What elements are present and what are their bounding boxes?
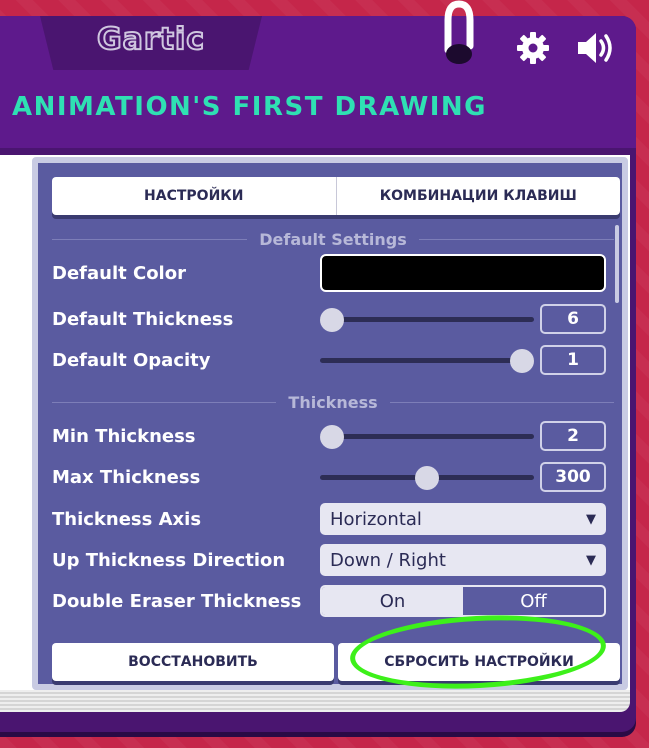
row-up-thickness-direction: Up Thickness Direction Down / Right ▼ [52,543,620,577]
row-default-thickness: Default Thickness 6 [52,302,620,336]
default-opacity-input[interactable]: 1 [540,345,606,375]
default-thickness-label: Default Thickness [52,308,234,330]
row-default-color: Default Color [52,254,620,292]
toggle-off[interactable]: Off [463,587,604,615]
min-thickness-input[interactable]: 2 [540,421,606,451]
section-default-settings: Default Settings [52,229,615,249]
settings-panel: НАСТРОЙКИ КОМБИНАЦИИ КЛАВИШ Default Sett… [32,157,628,690]
default-opacity-label: Default Opacity [52,349,211,371]
slider-thumb[interactable] [320,425,344,449]
tab-shortcuts[interactable]: КОМБИНАЦИИ КЛАВИШ [335,177,621,215]
section-label: Thickness [288,392,378,412]
row-default-opacity: Default Opacity 1 [52,343,620,377]
paper-stack-edge [0,690,630,712]
double-eraser-label: Double Eraser Thickness [52,590,302,612]
thickness-axis-select[interactable]: Horizontal ▼ [320,503,606,535]
speaker-icon[interactable] [571,30,619,66]
double-eraser-toggle[interactable]: On Off [320,585,606,617]
min-thickness-slider[interactable] [320,419,534,453]
slider-thumb[interactable] [415,466,439,490]
select-value: Horizontal [330,508,422,530]
restore-button[interactable]: ВОССТАНОВИТЬ [52,643,334,681]
up-direction-select[interactable]: Down / Right ▼ [320,544,606,576]
default-thickness-slider[interactable] [320,302,534,336]
thickness-axis-label: Thickness Axis [52,508,202,530]
default-thickness-input[interactable]: 6 [540,304,606,334]
row-max-thickness: Max Thickness 300 [52,460,620,494]
gartic-logo: Gartic [96,21,206,58]
toggle-on[interactable]: On [322,587,463,615]
chevron-down-icon: ▼ [586,552,596,568]
slider-thumb[interactable] [510,349,534,373]
default-color-label: Default Color [52,262,186,284]
row-double-eraser: Double Eraser Thickness On Off [52,584,620,618]
gear-icon[interactable] [515,30,551,66]
section-label: Default Settings [259,229,407,249]
tab-settings[interactable]: НАСТРОЙКИ [52,177,336,215]
section-thickness: Thickness [52,392,615,412]
settings-tabs: НАСТРОЙКИ КОМБИНАЦИИ КЛАВИШ [52,177,620,215]
max-thickness-input[interactable]: 300 [540,462,606,492]
binder-ring-icon [444,0,474,64]
max-thickness-slider[interactable] [320,460,534,494]
min-thickness-label: Min Thickness [52,425,196,447]
default-opacity-slider[interactable] [320,343,534,377]
reset-settings-button[interactable]: СБРОСИТЬ НАСТРОЙКИ [338,643,620,681]
slider-thumb[interactable] [320,308,344,332]
select-value: Down / Right [330,549,446,571]
max-thickness-label: Max Thickness [52,466,201,488]
up-direction-label: Up Thickness Direction [52,549,286,571]
page-title: ANIMATION'S FIRST DRAWING [12,92,488,122]
row-min-thickness: Min Thickness 2 [52,419,620,453]
default-color-swatch[interactable] [320,254,606,292]
chevron-down-icon: ▼ [586,511,596,527]
row-thickness-axis: Thickness Axis Horizontal ▼ [52,502,620,536]
